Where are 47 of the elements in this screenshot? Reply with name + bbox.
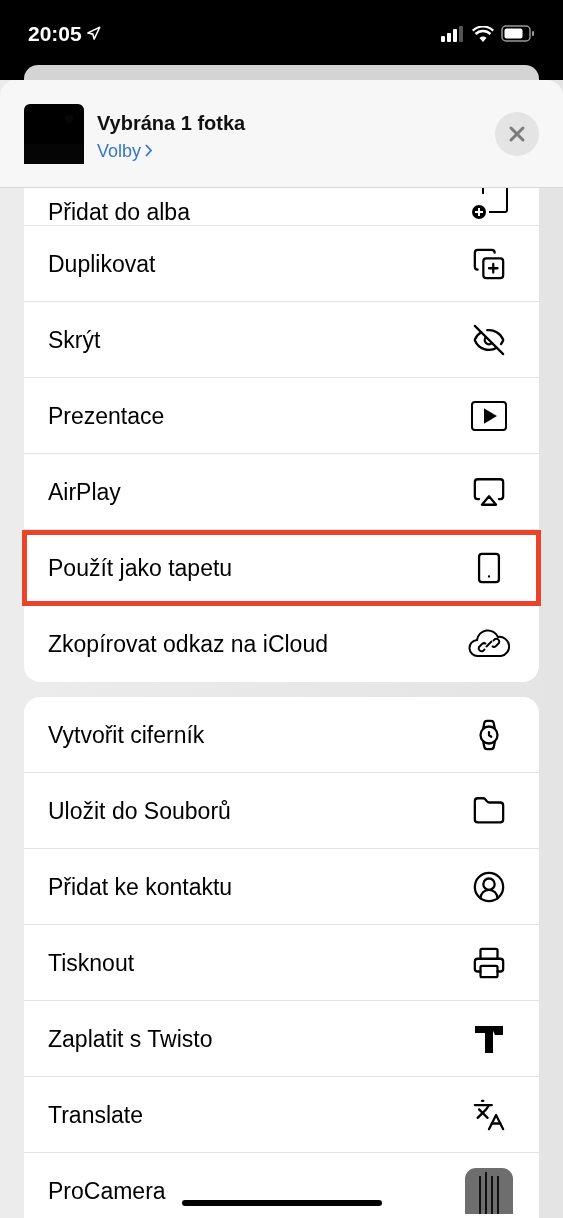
action-label: Použít jako tapetu xyxy=(48,556,233,580)
action-label: ProCamera xyxy=(48,1179,166,1203)
action-label: Zaplatit s Twisto xyxy=(48,1027,213,1051)
location-icon xyxy=(85,26,101,41)
action-row[interactable]: Použít jako tapetu xyxy=(22,530,541,606)
action-label: Duplikovat xyxy=(48,252,156,276)
action-label: Přidat do alba xyxy=(48,201,190,224)
close-button[interactable] xyxy=(495,111,539,156)
action-label: Přidat ke kontaktu xyxy=(48,875,233,899)
sheet-title: Vybrána 1 fotka xyxy=(97,110,246,136)
cloud-link-icon xyxy=(468,628,510,660)
signal-icon xyxy=(441,25,465,42)
status-time: 20:05 xyxy=(28,20,82,47)
chevron-icon xyxy=(145,144,153,157)
action-row[interactable]: Skrýt xyxy=(24,302,539,378)
action-row[interactable]: Přidat do alba xyxy=(24,188,539,226)
contact-icon xyxy=(472,870,506,904)
action-row[interactable]: Translate xyxy=(24,1077,539,1153)
action-label: Zkopírovat odkaz na iCloud xyxy=(48,632,328,656)
eye-off-icon xyxy=(472,323,506,357)
translate-icon xyxy=(472,1098,506,1132)
t-logo-icon xyxy=(473,1023,505,1055)
options-link[interactable]: Volby xyxy=(97,141,246,160)
action-label: Prezentace xyxy=(48,404,165,428)
action-row[interactable]: Tisknout xyxy=(24,925,539,1001)
action-row[interactable]: ProCamera xyxy=(24,1153,539,1218)
action-label: AirPlay xyxy=(48,480,121,504)
action-label: Tisknout xyxy=(48,951,135,975)
action-row[interactable]: Uložit do Souborů xyxy=(24,773,539,849)
action-row[interactable]: Přidat ke kontaktu xyxy=(24,849,539,925)
app-icon xyxy=(465,1168,513,1214)
action-label: Uložit do Souborů xyxy=(48,799,231,823)
action-row[interactable]: AirPlay xyxy=(24,454,539,530)
action-label: Vytvořit ciferník xyxy=(48,723,205,747)
action-row[interactable]: Zkopírovat odkaz na iCloud xyxy=(24,606,539,682)
action-row[interactable]: Duplikovat xyxy=(24,226,539,302)
action-label: Translate xyxy=(48,1103,144,1127)
action-label: Skrýt xyxy=(48,328,101,352)
airplay-icon xyxy=(472,475,506,509)
battery-icon xyxy=(501,25,535,42)
play-icon xyxy=(470,400,508,432)
action-row[interactable]: Vytvořit ciferník xyxy=(24,697,539,773)
action-row[interactable]: Zaplatit s Twisto xyxy=(24,1001,539,1077)
action-row[interactable]: Prezentace xyxy=(24,378,539,454)
printer-icon xyxy=(472,946,506,980)
duplicate-icon xyxy=(472,247,506,281)
wifi-icon xyxy=(472,25,494,42)
